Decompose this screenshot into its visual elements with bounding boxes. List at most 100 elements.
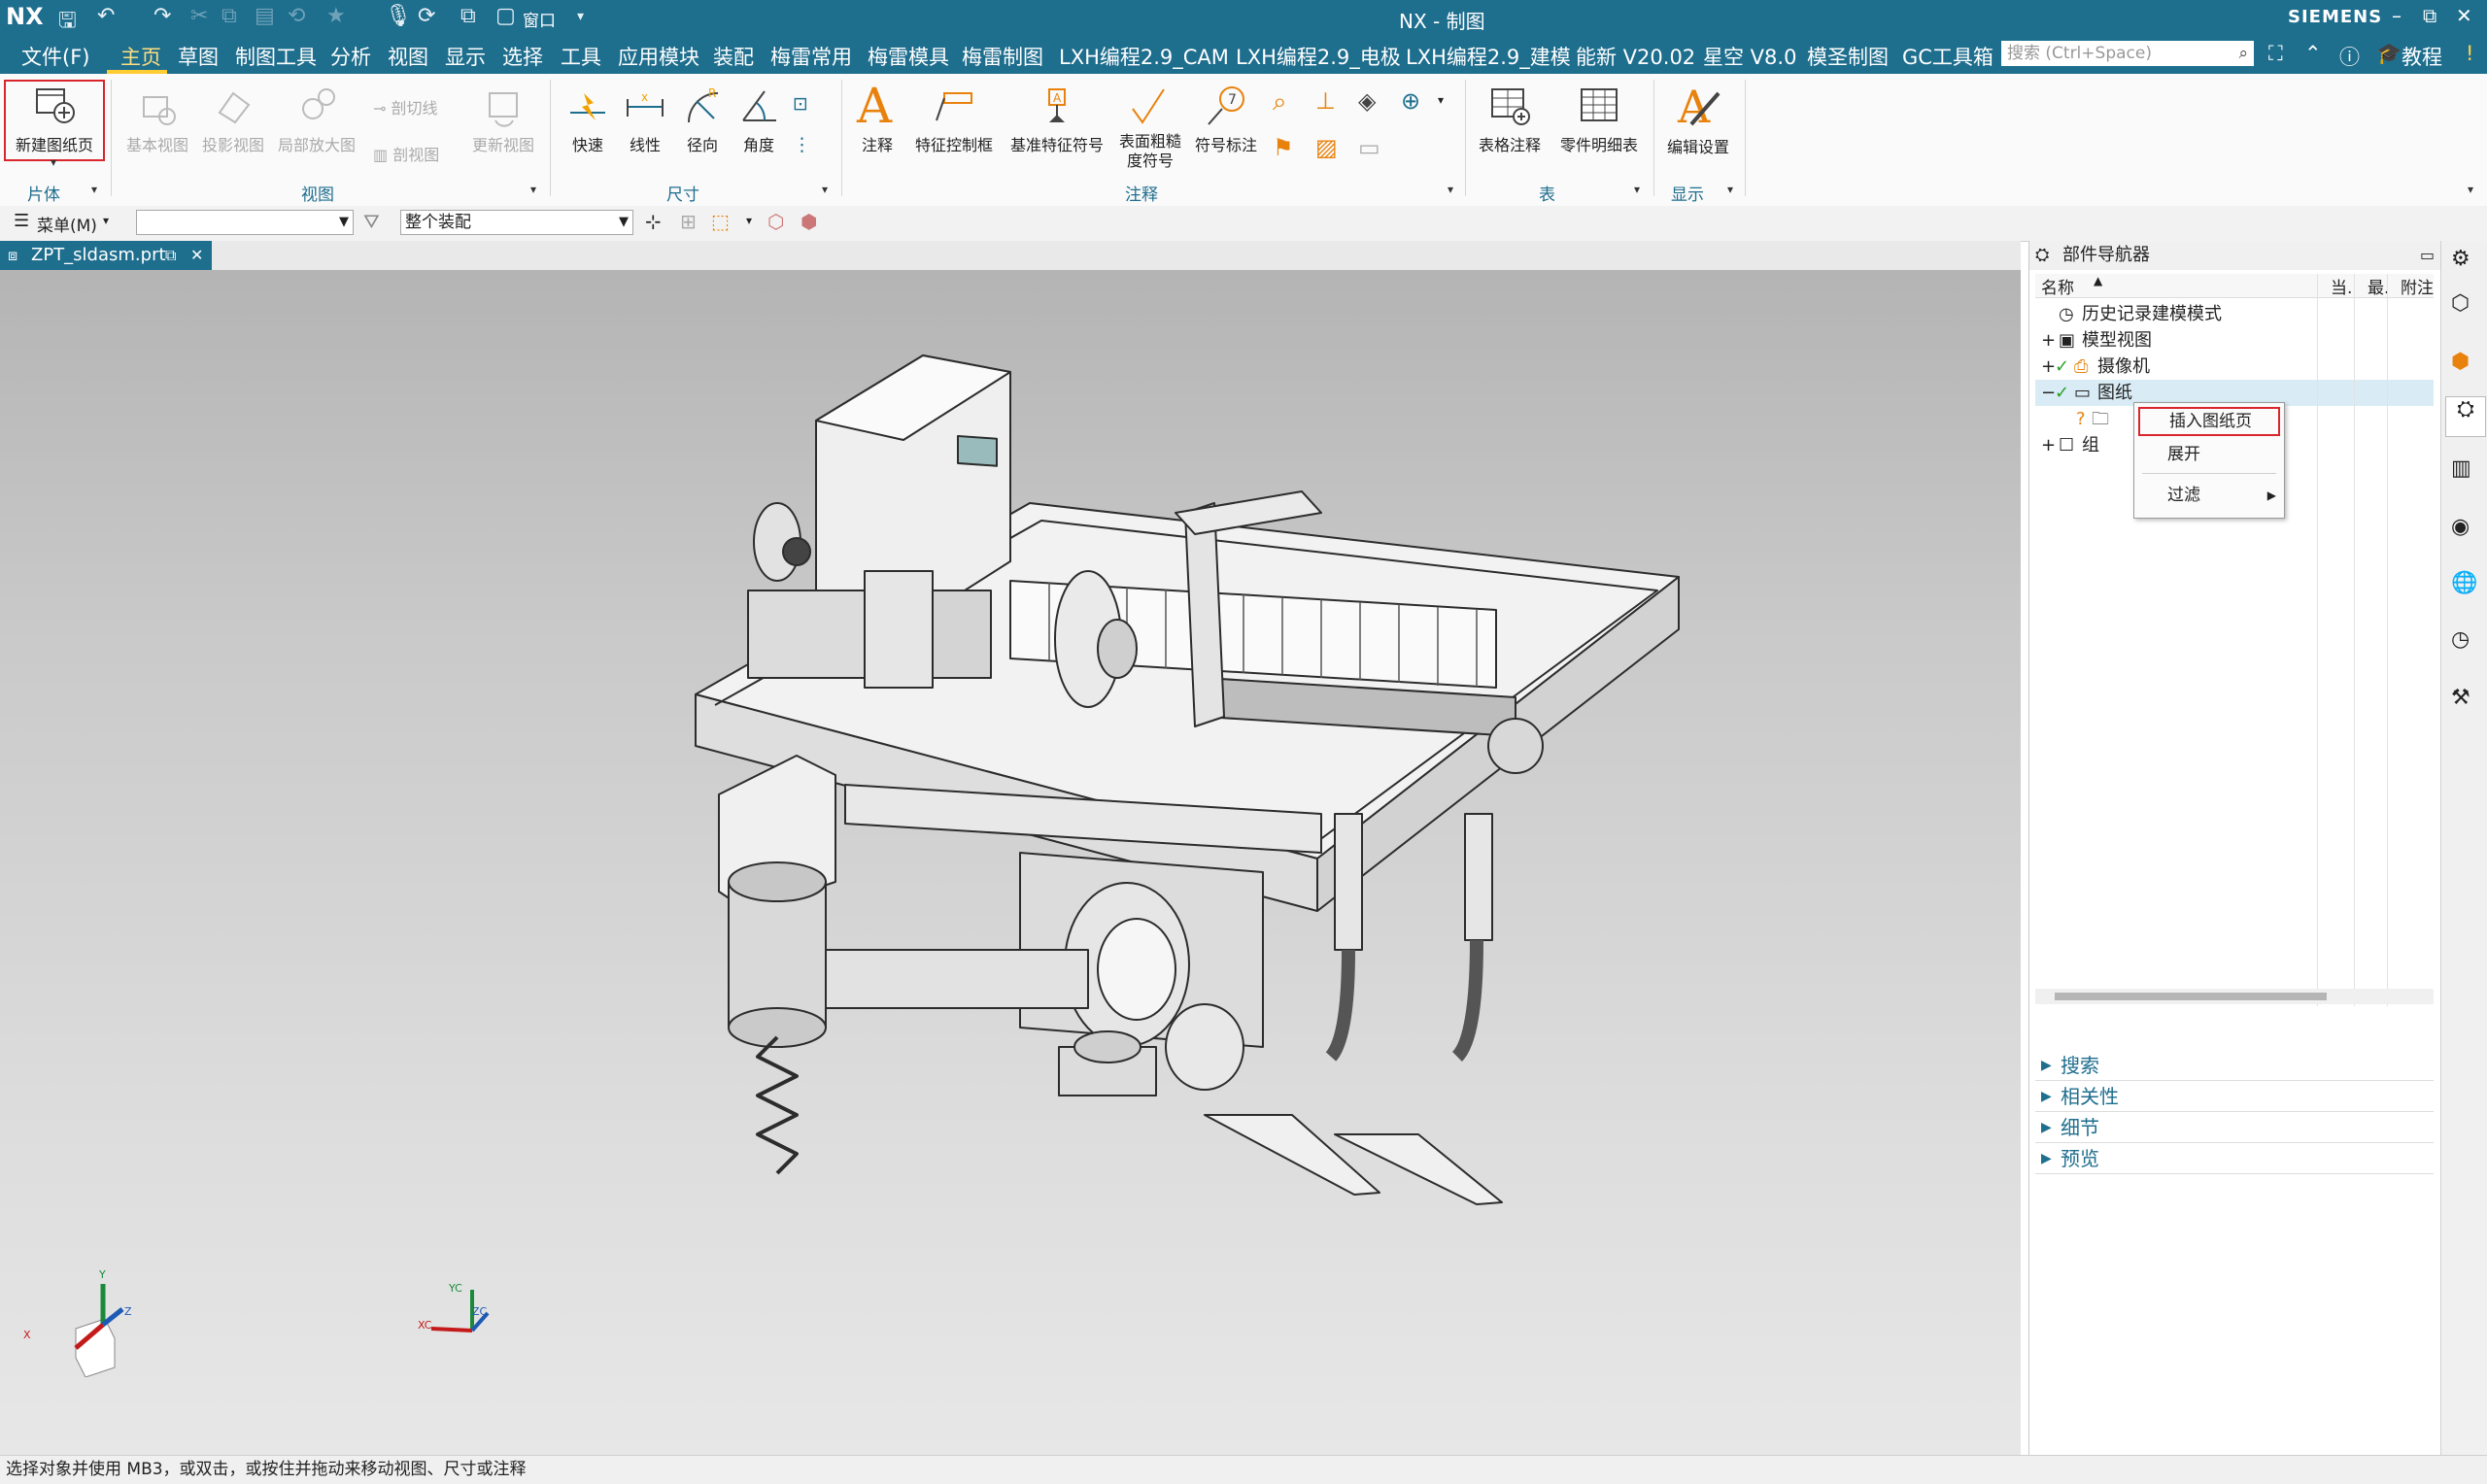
search-input[interactable]: 搜索 (Ctrl+Space) ⌕	[2001, 41, 2254, 66]
reuse-library-icon[interactable]: ▥	[2451, 456, 2478, 484]
minimize-button[interactable]: –	[2392, 4, 2402, 27]
settings-icon[interactable]: ⚙	[2451, 247, 2478, 274]
menu-xingkong[interactable]: 星空 V8.0	[1703, 42, 1796, 71]
update-view-button[interactable]: 更新视图	[464, 84, 542, 155]
group-table-more-icon[interactable]: ▾	[1634, 183, 1640, 196]
group-sheet-more-icon[interactable]: ▾	[91, 183, 97, 196]
checkmark-icon[interactable]: ✓	[2055, 354, 2069, 380]
flag-icon[interactable]: ⚑	[1273, 134, 1294, 161]
section-search[interactable]: ▶ 搜索	[2035, 1051, 2434, 1081]
fill-icon[interactable]: ◈	[1358, 87, 1376, 115]
repeat-icon[interactable]: ⟲	[288, 4, 305, 28]
selection-mode-icon[interactable]: ⬚	[711, 210, 730, 233]
checkmark-icon[interactable]: ✓	[2055, 380, 2069, 406]
expand-menu-item[interactable]: 展开	[2134, 440, 2284, 469]
group-annotation-more-icon[interactable]: ▾	[1448, 183, 1453, 196]
menu-display[interactable]: 显示	[445, 42, 486, 71]
tree-item-cameras[interactable]: + ✓ ⎙ 摄像机	[2035, 354, 2434, 380]
surface-finish-button[interactable]: 表面粗糙度符号	[1113, 84, 1187, 171]
select-body-icon[interactable]: ⬡	[767, 210, 784, 233]
tabular-note-button[interactable]: 表格注释	[1471, 84, 1549, 155]
hd3d-tools-icon[interactable]: ◉	[2451, 515, 2478, 542]
menu-analysis[interactable]: 分析	[330, 42, 371, 71]
weld-symbol-icon[interactable]: ⊥	[1315, 87, 1336, 115]
part-navigator-tab-icon[interactable]: ⛭	[2445, 396, 2486, 437]
tree-item-model-views[interactable]: + ▣ 模型视图	[2035, 327, 2434, 354]
section-details[interactable]: ▶ 细节	[2035, 1113, 2434, 1143]
expand-icon[interactable]: +	[2041, 354, 2056, 380]
section-view-button[interactable]: ▥ 剖视图	[373, 142, 462, 165]
datum-feature-button[interactable]: A 基准特征符号	[1005, 84, 1109, 155]
collapse-ribbon-icon[interactable]: ⌃	[2304, 42, 2322, 65]
horizontal-scrollbar[interactable]	[2035, 989, 2434, 1004]
close-button[interactable]: ✕	[2456, 4, 2472, 27]
menu-button[interactable]: 菜单(M)	[37, 212, 97, 236]
switch-window-icon[interactable]: ⧉	[460, 4, 476, 28]
snap-disabled-icon[interactable]: ⊞	[680, 210, 697, 233]
undock-icon[interactable]: ⧉	[165, 241, 176, 270]
expand-icon[interactable]: +	[2041, 327, 2056, 354]
microphone-icon[interactable]: 🎙	[385, 4, 412, 28]
group-display-more-icon[interactable]: ▾	[1727, 183, 1733, 196]
filter-menu-item[interactable]: 过滤 ▶	[2134, 481, 2284, 510]
alert-icon[interactable]: !	[2466, 42, 2473, 65]
menu-mosheng[interactable]: 模圣制图	[1807, 42, 1889, 71]
tutorial-link[interactable]: 教程	[2402, 42, 2442, 71]
menu-hamburger-icon[interactable]: ☰	[14, 211, 29, 231]
menu-nengxin[interactable]: 能新 V20.02	[1576, 42, 1695, 71]
history-icon[interactable]: ◷	[2451, 627, 2478, 655]
rapid-dimension-button[interactable]: 快速	[558, 84, 618, 155]
annotation-more-arrow-icon[interactable]: ▾	[1438, 93, 1444, 107]
column-name[interactable]: 名称	[2041, 274, 2074, 298]
new-sheet-dropdown-icon[interactable]: ▾	[51, 155, 56, 169]
copy-icon[interactable]: ⧉	[221, 4, 237, 28]
edit-settings-button[interactable]: A 编辑设置	[1659, 80, 1737, 157]
linear-dimension-button[interactable]: x 线性	[618, 84, 672, 155]
touch-mode-icon[interactable]: ⟳	[418, 4, 435, 28]
menu-lxh-cam[interactable]: LXH编程2.9_CAM	[1059, 42, 1229, 71]
cut-icon[interactable]: ✂	[190, 4, 208, 28]
collapse-icon[interactable]: −	[2041, 380, 2056, 406]
close-tab-icon[interactable]: ✕	[190, 241, 203, 270]
fullscreen-icon[interactable]: ⛶	[2268, 42, 2283, 66]
scrollbar-thumb[interactable]	[2055, 993, 2327, 1000]
group-dimension-more-icon[interactable]: ▾	[822, 183, 828, 196]
selection-mode-dropdown-icon[interactable]: ▾	[746, 214, 752, 227]
menu-meilei-mold[interactable]: 梅雷模具	[868, 42, 949, 71]
paste-icon[interactable]: ▤	[255, 4, 275, 28]
radial-dimension-button[interactable]: R 径向	[674, 84, 731, 155]
menu-applications[interactable]: 应用模块	[618, 42, 699, 71]
filter-funnel-icon[interactable]: ⛛	[363, 210, 380, 233]
menu-tools[interactable]: 工具	[561, 42, 601, 71]
column-notes[interactable]: 附注	[2401, 274, 2434, 298]
menu-meilei-drafting[interactable]: 梅雷制图	[962, 42, 1043, 71]
menu-dropdown-icon[interactable]: ▾	[103, 214, 109, 227]
group-view-more-icon[interactable]: ▾	[530, 183, 536, 196]
insert-sheet-menu-item[interactable]: 插入图纸页	[2138, 407, 2280, 436]
hatch-icon[interactable]: ▨	[1315, 134, 1338, 161]
menu-lxh-modeling[interactable]: LXH编程2.9_建模	[1406, 42, 1571, 71]
menu-view[interactable]: 视图	[388, 42, 428, 71]
type-filter-select[interactable]: ▼	[136, 210, 354, 235]
document-tab[interactable]: ⧈ ZPT_sldasm.prt ⧉ ✕	[0, 241, 212, 270]
tree-item-history-mode[interactable]: ◷ 历史记录建模模式	[2035, 301, 2434, 327]
window-icon[interactable]: ▢	[495, 4, 516, 28]
parts-list-button[interactable]: 零件明细表	[1552, 84, 1646, 155]
column-current[interactable]: 当.	[2331, 274, 2352, 298]
file-menu[interactable]: 文件(F)	[21, 42, 89, 71]
search-icon[interactable]: ⌕	[2238, 41, 2248, 66]
balloon-button[interactable]: 7 符号标注	[1189, 84, 1263, 155]
help-icon[interactable]: ⓘ	[2339, 42, 2360, 71]
section-dependencies[interactable]: ▶ 相关性	[2035, 1082, 2434, 1112]
note-button[interactable]: A 注释	[847, 78, 907, 155]
select-component-icon[interactable]: ⬢	[801, 210, 817, 233]
redo-icon[interactable]: ↷	[153, 4, 171, 28]
fcf-button[interactable]: 特征控制框	[907, 84, 1001, 155]
assembly-navigator-icon[interactable]: ⬡	[2451, 291, 2478, 319]
customize-arrow-icon[interactable]: ▾	[577, 9, 584, 24]
scope-select[interactable]: 整个装配 ▼	[400, 210, 633, 235]
restore-button[interactable]: ⧉	[2423, 4, 2436, 27]
menu-lxh-electrode[interactable]: LXH编程2.9_电极	[1236, 42, 1401, 71]
maximize-panel-icon[interactable]: ▭	[2420, 241, 2435, 270]
image-icon[interactable]: ▭	[1358, 134, 1380, 161]
